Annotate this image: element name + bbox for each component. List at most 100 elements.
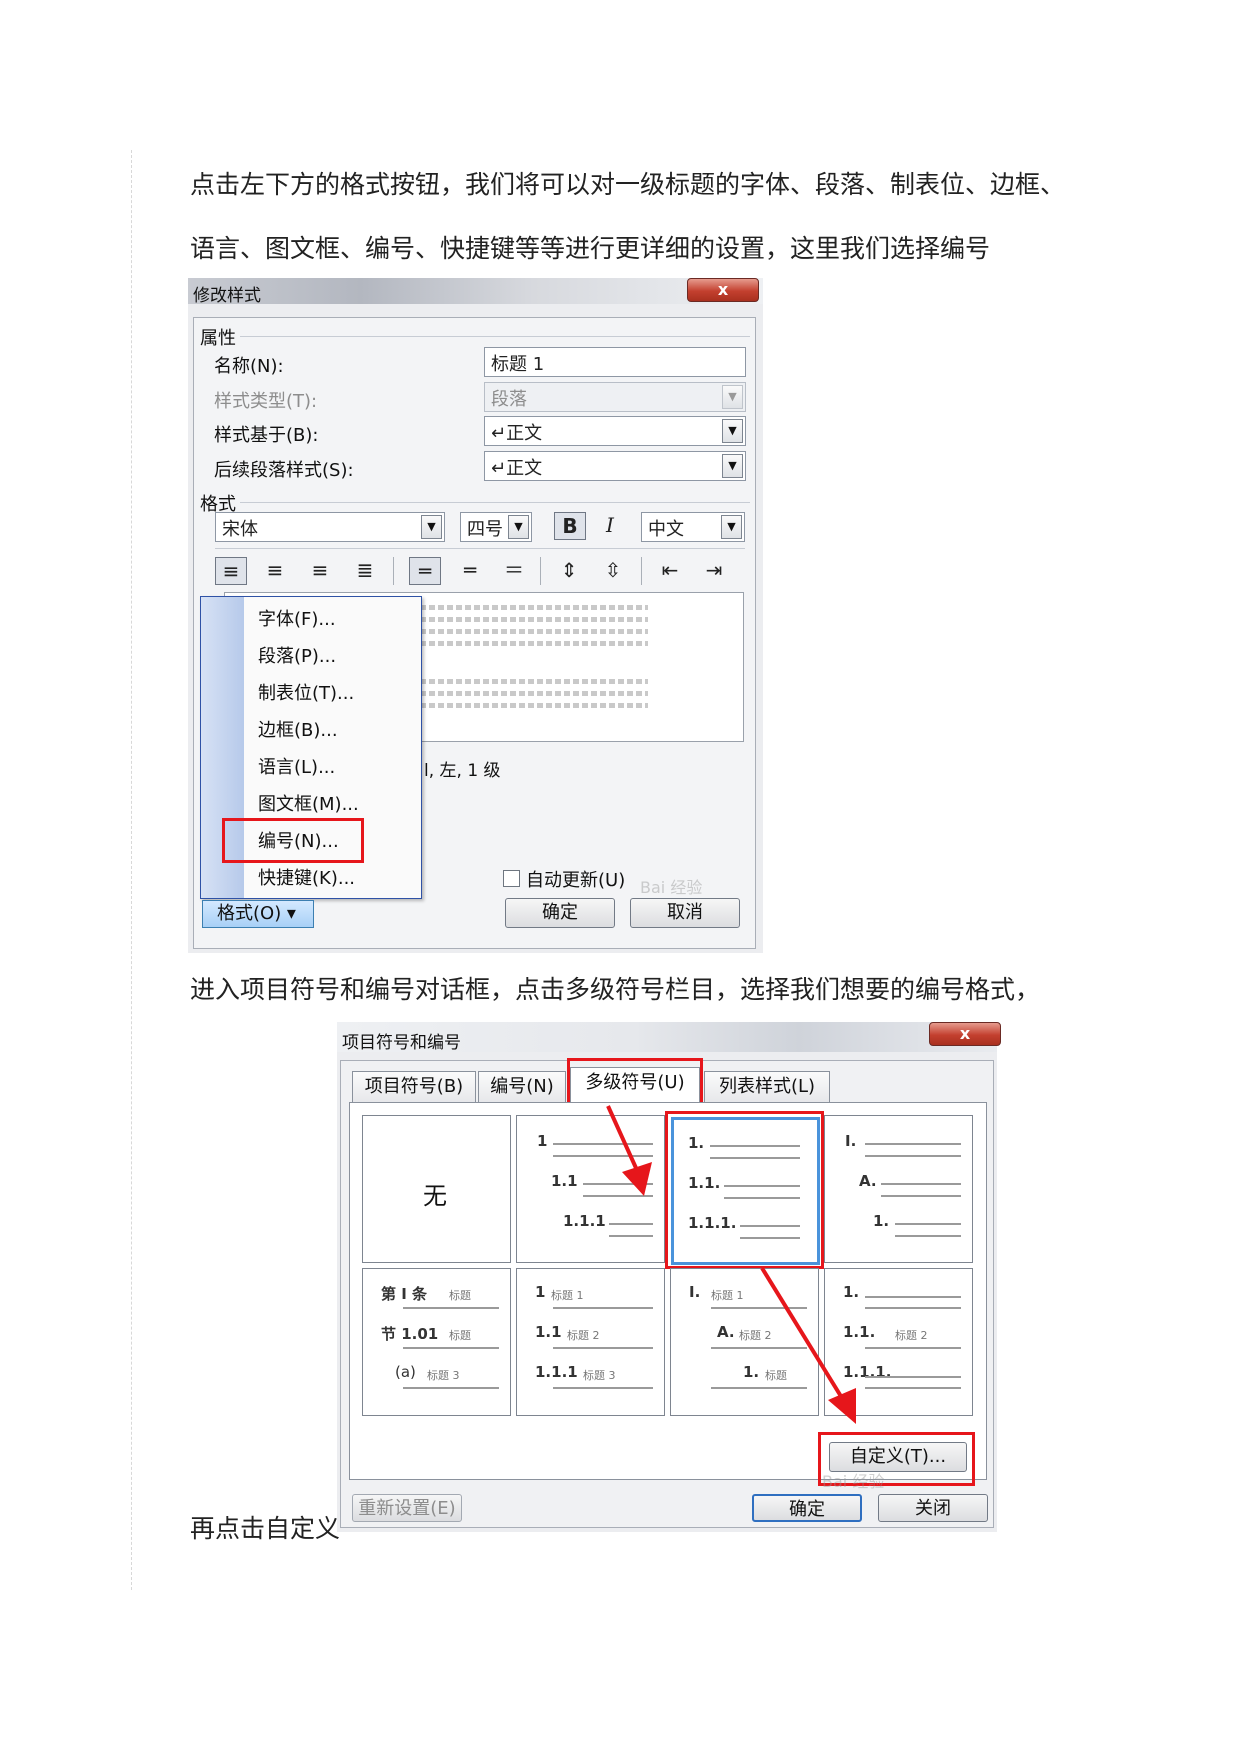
tab-bullets[interactable]: 项目符号(B) [352,1071,476,1103]
name-label: 名称(N): [214,356,284,377]
bold-button[interactable]: B [554,512,586,540]
level-line [711,1387,807,1389]
level-line [895,1223,961,1225]
level-line [583,1195,653,1197]
instruction-text-3: 进入项目符号和编号对话框，点击多级符号栏目，选择我们想要的编号格式， [190,975,1041,1004]
level-line [881,1195,961,1197]
chevron-down-icon[interactable]: ▼ [508,515,529,539]
justify-icon[interactable]: ≣ [349,557,381,585]
level-line [553,1155,653,1157]
one-half-spacing-icon[interactable]: ═ [454,557,486,585]
italic-button[interactable]: I [594,512,626,540]
close-icon[interactable]: x [687,278,759,302]
list-option[interactable]: 1. 1.1. 标题 2 1.1.1. [824,1268,973,1416]
decrease-indent-icon[interactable]: ⇤ [654,557,686,585]
level-line [553,1387,653,1389]
auto-update-checkbox[interactable] [503,870,520,887]
level-line [865,1376,961,1378]
level-label: I. [689,1283,701,1301]
watermark: Bai 经验 [640,878,703,897]
font-size-value: 四号 [467,519,503,540]
menu-item-paragraph[interactable]: 段落(P)... [258,642,336,668]
preview-line [420,703,648,708]
tab-numbering[interactable]: 编号(N) [478,1071,566,1103]
toolbar-separator [540,557,541,585]
menu-item-shortcut[interactable]: 快捷键(K)... [258,864,355,890]
heading-label: 标题 3 [583,1369,616,1382]
font-size-select[interactable]: 四号 ▼ [460,512,532,542]
preview-line [420,605,648,610]
list-option[interactable]: 1 1.1 1.1.1 [516,1115,665,1263]
increase-indent-icon[interactable]: ⇥ [698,557,730,585]
chevron-down-icon[interactable]: ▼ [722,419,743,443]
align-left-icon[interactable]: ≡ [215,557,247,585]
tab-list-styles[interactable]: 列表样式(L) [704,1071,830,1103]
menu-item-border[interactable]: 边框(B)... [258,716,338,742]
heading-label: 标题 2 [739,1329,772,1342]
dialog-title: 修改样式 [193,286,261,306]
font-select[interactable]: 宋体 ▼ [215,512,445,542]
chevron-down-icon[interactable]: ▼ [421,515,442,539]
preview-line [420,641,648,646]
list-option[interactable]: I. 标题 1 A. 标题 2 1. 标题 [670,1268,819,1416]
heading-label: 标题 3 [427,1369,460,1382]
format-button[interactable]: 格式(O) ▾ [202,900,314,928]
decrease-spacing-icon[interactable]: ⇳ [597,557,629,585]
cancel-button[interactable]: 取消 [630,898,740,928]
align-right-icon[interactable]: ≡ [304,557,336,585]
multilevel-tab-highlight [567,1058,703,1106]
dialog-titlebar: 修改样式 [188,278,763,306]
following-style-select[interactable]: ↵正文 ▼ [484,451,746,481]
level-line [553,1307,653,1309]
dialog-titlebar: 项目符号和编号 [337,1022,997,1053]
menu-item-language[interactable]: 语言(L)... [258,753,335,779]
style-type-value: 段落 [491,389,527,410]
level-label: 1. [743,1363,760,1381]
based-on-select[interactable]: ↵正文 ▼ [484,416,746,446]
single-spacing-icon[interactable]: ═ [409,557,441,585]
heading-label: 标题 [449,1289,471,1302]
based-on-label: 样式基于(B): [214,425,319,446]
list-option[interactable]: I. A. 1. [824,1115,973,1263]
level-line [711,1347,807,1349]
heading-label: 标题 1 [551,1289,584,1302]
level-line [583,1183,653,1185]
chevron-down-icon[interactable]: ▼ [721,515,742,539]
heading-label: 标题 1 [711,1289,744,1302]
following-style-label: 后续段落样式(S): [214,460,354,481]
auto-update-label: 自动更新(U) [526,870,626,891]
chevron-down-icon[interactable]: ▼ [722,454,743,478]
instruction-text-2: 语言、图文框、编号、快捷键等等进行更详细的设置，这里我们选择编号 [190,234,991,263]
numbering-highlight [222,818,364,863]
ok-button[interactable]: 确定 [505,898,615,928]
close-button[interactable]: 关闭 [878,1494,988,1522]
name-input[interactable]: 标题 1 [484,347,746,377]
heading-label: 标题 2 [567,1329,600,1342]
level-label: A. [717,1323,735,1341]
menu-item-frame[interactable]: 图文框(M)... [258,790,359,816]
close-icon[interactable]: x [929,1022,1001,1046]
level-line [881,1183,961,1185]
preview-line [420,617,648,622]
instruction-text-4: 再点击自定义 [190,1514,341,1543]
list-option[interactable]: 第 Ⅰ 条 标题 节 1.01 标题 (a) 标题 3 [362,1268,511,1416]
align-center-icon[interactable]: ≡ [259,557,291,585]
level-line [711,1307,807,1309]
heading-label: 标题 [449,1329,471,1342]
style-type-select: 段落 ▼ [484,382,746,412]
double-spacing-icon[interactable]: ＝ [498,557,530,585]
selected-format-highlight [665,1111,824,1269]
menu-item-font[interactable]: 字体(F)... [258,605,336,631]
increase-spacing-icon[interactable]: ⇕ [553,557,585,585]
level-line [895,1235,961,1237]
ok-button[interactable]: 确定 [752,1494,862,1522]
reset-button[interactable]: 重新设置(E) [352,1494,462,1522]
level-label: 1.1 [535,1323,562,1341]
script-select[interactable]: 中文 ▼ [641,512,745,542]
level-line [865,1387,961,1389]
menu-item-tabs[interactable]: 制表位(T)... [258,679,354,705]
list-option-none[interactable]: 无 [362,1115,511,1263]
list-option[interactable]: 1 标题 1 1.1 标题 2 1.1.1 标题 3 [516,1268,665,1416]
level-label: 节 1.01 [381,1325,439,1343]
level-line [553,1143,653,1145]
